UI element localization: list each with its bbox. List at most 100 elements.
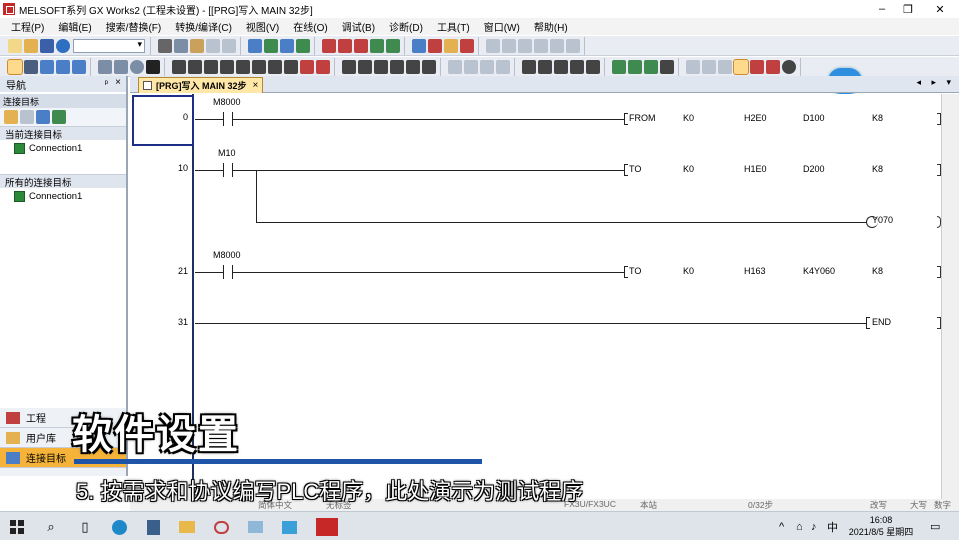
ladder-disabled-a-icon[interactable] — [448, 59, 462, 74]
video-recorder-icon[interactable] — [280, 518, 298, 536]
network-icon[interactable]: ⌂ — [796, 512, 803, 540]
vertical-scrollbar[interactable] — [941, 94, 959, 499]
application-instruction-icon[interactable] — [252, 59, 266, 74]
disabled-f-icon[interactable] — [702, 59, 716, 74]
disabled-g-icon[interactable] — [718, 59, 732, 74]
ladder-tool-a-icon[interactable] — [486, 38, 500, 53]
ladder-editor[interactable]: 0 10 21 31 M8000 FROM K0 H2E0 D100 K8 M1… — [131, 94, 941, 499]
paste-icon[interactable] — [190, 38, 204, 53]
local-device-icon[interactable] — [72, 59, 86, 74]
open-contact[interactable] — [223, 265, 233, 279]
device-list-icon[interactable] — [412, 38, 426, 53]
write-mode-icon[interactable] — [750, 59, 764, 74]
zoom-icon[interactable] — [660, 59, 674, 74]
coil-label[interactable]: Y070 — [872, 215, 893, 225]
find-icon[interactable] — [146, 59, 160, 74]
menu-edit[interactable]: 编辑(E) — [51, 19, 98, 34]
delete-vertical-icon[interactable] — [316, 59, 330, 74]
tab-main-program[interactable]: [PRG]写入 MAIN 32步 × — [138, 77, 264, 93]
system-clock[interactable]: 16:08 2021/8/5 星期四 — [846, 514, 916, 538]
app-window-icon[interactable] — [246, 518, 264, 536]
tray-chevron-icon[interactable]: ^ — [779, 512, 784, 540]
windows-start-icon[interactable] — [8, 518, 26, 536]
ladder-tool-f-icon[interactable] — [566, 38, 580, 53]
window-icon[interactable] — [40, 59, 54, 74]
close-window-button[interactable]: ✕ — [925, 0, 955, 18]
undo-icon[interactable] — [206, 38, 220, 53]
connection-settings-icon[interactable] — [36, 110, 50, 124]
project-combo[interactable] — [73, 38, 145, 53]
disabled-e-icon[interactable] — [686, 59, 700, 74]
f-key-c-icon[interactable] — [554, 59, 568, 74]
compile-icon[interactable] — [248, 38, 262, 53]
help-circle-icon[interactable] — [130, 59, 144, 74]
rising-edge-icon[interactable] — [342, 59, 356, 74]
module-icon[interactable] — [56, 59, 70, 74]
edge-browser-icon[interactable] — [110, 518, 128, 536]
menu-online[interactable]: 在线(O) — [286, 19, 334, 34]
monitor-mode-icon[interactable] — [766, 59, 780, 74]
help-icon[interactable] — [56, 38, 70, 53]
note-icon[interactable] — [644, 59, 658, 74]
ladder-tool-e-icon[interactable] — [550, 38, 564, 53]
menu-tool[interactable]: 工具(T) — [430, 19, 477, 34]
end-instruction[interactable]: END — [872, 317, 891, 327]
tab-scroll-arrows-icon[interactable]: ◂ ▸ ▾ — [916, 77, 955, 88]
ladder-tool-c-icon[interactable] — [518, 38, 532, 53]
parallel-open-icon[interactable] — [204, 59, 218, 74]
device-test-icon[interactable] — [114, 59, 128, 74]
convert-icon[interactable] — [280, 38, 294, 53]
menu-help[interactable]: 帮助(H) — [527, 19, 575, 34]
menu-project[interactable]: 工程(P) — [4, 19, 51, 34]
options-icon[interactable] — [444, 38, 458, 53]
instruction-name[interactable]: TO — [629, 164, 641, 174]
statement-icon[interactable] — [628, 59, 642, 74]
ladder-disabled-c-icon[interactable] — [480, 59, 494, 74]
operand[interactable]: D200 — [803, 164, 825, 174]
task-view-icon[interactable]: ▯ — [76, 518, 94, 536]
clock-icon[interactable] — [782, 59, 796, 74]
menu-debug[interactable]: 调试(B) — [335, 19, 382, 34]
parallel-closed-icon[interactable] — [220, 59, 234, 74]
read-plc-icon[interactable] — [322, 38, 336, 53]
volume-icon[interactable]: ♪ — [811, 512, 817, 540]
copy-icon[interactable] — [174, 38, 188, 53]
write-plc-icon[interactable] — [338, 38, 352, 53]
operand[interactable]: K8 — [872, 266, 883, 276]
operation-result-icon[interactable] — [406, 59, 420, 74]
ladder-tool-d-icon[interactable] — [534, 38, 548, 53]
delete-line-icon[interactable] — [300, 59, 314, 74]
operand[interactable]: H1E0 — [744, 164, 767, 174]
menu-window[interactable]: 窗口(W) — [477, 19, 527, 34]
instruction-name[interactable]: TO — [629, 266, 641, 276]
file-explorer-icon[interactable] — [178, 518, 196, 536]
snipping-tool-icon[interactable] — [212, 518, 230, 536]
ladder-disabled-b-icon[interactable] — [464, 59, 478, 74]
comment-icon[interactable] — [612, 59, 626, 74]
operand[interactable]: K8 — [872, 164, 883, 174]
search-icon[interactable]: ⌕ — [42, 518, 60, 536]
ime-indicator[interactable]: 中 — [827, 512, 838, 540]
monitor-icon[interactable] — [370, 38, 384, 53]
vertical-line-icon[interactable] — [284, 59, 298, 74]
save-icon[interactable] — [40, 38, 54, 53]
ladder-disabled-d-icon[interactable] — [496, 59, 510, 74]
menu-find-replace[interactable]: 搜索/替换(F) — [99, 19, 169, 34]
build-icon[interactable] — [296, 38, 310, 53]
restore-button[interactable]: ❐ — [893, 0, 923, 18]
new-project-icon[interactable] — [8, 38, 22, 53]
operand[interactable]: D100 — [803, 113, 825, 123]
compile-all-icon[interactable] — [264, 38, 278, 53]
notification-icon[interactable]: ▭ — [930, 512, 940, 540]
menu-compile[interactable]: 转换/编译(C) — [168, 19, 239, 34]
delete-connection-icon[interactable] — [20, 110, 34, 124]
simulation-icon[interactable] — [460, 38, 474, 53]
ladder-tool-b-icon[interactable] — [502, 38, 516, 53]
verify-plc-icon[interactable] — [354, 38, 368, 53]
open-contact[interactable] — [223, 163, 233, 177]
f-key-b-icon[interactable] — [538, 59, 552, 74]
close-tab-icon[interactable]: × — [253, 80, 259, 91]
falling-parallel-icon[interactable] — [390, 59, 404, 74]
new-connection-icon[interactable] — [4, 110, 18, 124]
redo-icon[interactable] — [222, 38, 236, 53]
